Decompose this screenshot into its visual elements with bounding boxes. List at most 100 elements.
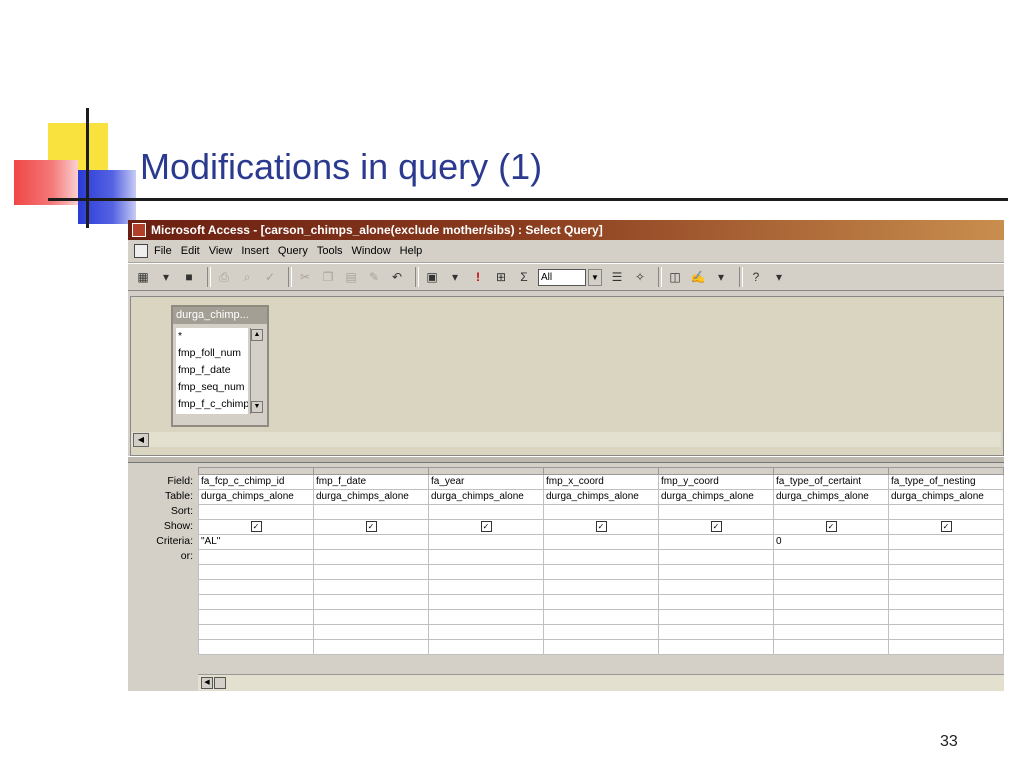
build-icon[interactable]: ✧ — [631, 268, 649, 286]
chevron-down-icon[interactable]: ▼ — [588, 268, 602, 286]
scroll-left-icon[interactable]: ◀ — [133, 433, 149, 447]
or-cell[interactable] — [428, 549, 544, 565]
empty-cell[interactable] — [313, 609, 429, 625]
save-icon[interactable]: ■ — [180, 268, 198, 286]
sort-cell[interactable] — [658, 504, 774, 520]
column-selector[interactable] — [198, 467, 314, 475]
empty-cell[interactable] — [313, 639, 429, 655]
empty-cell[interactable] — [888, 564, 1004, 580]
sort-cell[interactable] — [198, 504, 314, 520]
table-cell[interactable]: durga_chimps_alone — [428, 489, 544, 505]
undo-icon[interactable]: ↶ — [388, 268, 406, 286]
empty-cell[interactable] — [773, 639, 889, 655]
empty-cell[interactable] — [198, 564, 314, 580]
table-field-list[interactable]: durga_chimp... * fmp_foll_num fmp_f_date… — [171, 305, 269, 427]
empty-cell[interactable] — [888, 594, 1004, 610]
empty-cell[interactable] — [658, 624, 774, 640]
or-cell[interactable] — [313, 549, 429, 565]
empty-cell[interactable] — [773, 594, 889, 610]
sort-cell[interactable] — [313, 504, 429, 520]
sort-cell[interactable] — [888, 504, 1004, 520]
properties-icon[interactable]: ☰ — [608, 268, 626, 286]
scroll-thumb[interactable] — [214, 677, 226, 689]
sort-cell[interactable] — [428, 504, 544, 520]
show-checkbox[interactable]: ✓ — [480, 521, 492, 532]
print-preview-icon[interactable]: ⌕ — [238, 268, 256, 286]
table-cell[interactable]: durga_chimps_alone — [773, 489, 889, 505]
empty-cell[interactable] — [428, 594, 544, 610]
or-cell[interactable] — [198, 549, 314, 565]
field-list-item[interactable]: fmp_f_date — [176, 362, 248, 379]
table-field-list-title[interactable]: durga_chimp... — [173, 307, 267, 324]
criteria-cell[interactable] — [543, 534, 659, 550]
empty-cell[interactable] — [198, 579, 314, 595]
show-checkbox[interactable]: ✓ — [365, 521, 377, 532]
totals-icon[interactable]: Σ — [515, 268, 533, 286]
table-pane-scrollbar[interactable]: ◀ — [131, 432, 1001, 447]
table-cell[interactable]: durga_chimps_alone — [543, 489, 659, 505]
column-selector[interactable] — [658, 467, 774, 475]
paste-icon[interactable]: ▤ — [342, 268, 360, 286]
criteria-cell[interactable] — [658, 534, 774, 550]
field-cell[interactable]: fa_type_of_certaint — [773, 474, 889, 490]
empty-cell[interactable] — [198, 594, 314, 610]
help-icon[interactable]: ? — [747, 268, 765, 286]
top-values-combo[interactable]: All — [538, 268, 586, 286]
query-type-dropdown-icon[interactable]: ▾ — [446, 268, 464, 286]
show-checkbox[interactable]: ✓ — [250, 521, 262, 532]
empty-cell[interactable] — [888, 609, 1004, 625]
view-dropdown-icon[interactable]: ▾ — [157, 268, 175, 286]
table-cell[interactable]: durga_chimps_alone — [658, 489, 774, 505]
field-cell[interactable]: fa_year — [428, 474, 544, 490]
pane-splitter[interactable] — [128, 456, 1004, 463]
criteria-cell[interactable]: 0 — [773, 534, 889, 550]
table-cell[interactable]: durga_chimps_alone — [313, 489, 429, 505]
field-list-item[interactable]: * — [176, 328, 248, 345]
view-icon[interactable]: ▦ — [134, 268, 152, 286]
or-cell[interactable] — [773, 549, 889, 565]
empty-cell[interactable] — [658, 564, 774, 580]
empty-cell[interactable] — [313, 564, 429, 580]
empty-cell[interactable] — [198, 609, 314, 625]
sort-cell[interactable] — [543, 504, 659, 520]
cut-icon[interactable]: ✂ — [296, 268, 314, 286]
empty-cell[interactable] — [313, 624, 429, 640]
empty-cell[interactable] — [773, 564, 889, 580]
column-selector[interactable] — [543, 467, 659, 475]
scroll-up-icon[interactable]: ▲ — [251, 329, 263, 341]
grid-scrollbar[interactable]: ◀ — [198, 674, 1004, 691]
empty-cell[interactable] — [543, 579, 659, 595]
empty-cell[interactable] — [658, 579, 774, 595]
format-painter-icon[interactable]: ✎ — [365, 268, 383, 286]
run-icon[interactable]: ! — [469, 268, 487, 286]
empty-cell[interactable] — [428, 579, 544, 595]
column-selector[interactable] — [313, 467, 429, 475]
spelling-icon[interactable]: ✓ — [261, 268, 279, 286]
empty-cell[interactable] — [773, 609, 889, 625]
query-window-icon[interactable] — [134, 244, 148, 258]
show-checkbox[interactable]: ✓ — [940, 521, 952, 532]
field-cell[interactable]: fa_type_of_nesting — [888, 474, 1004, 490]
empty-cell[interactable] — [428, 639, 544, 655]
empty-cell[interactable] — [658, 639, 774, 655]
field-cell[interactable]: fa_fcp_c_chimp_id — [198, 474, 314, 490]
empty-cell[interactable] — [198, 624, 314, 640]
empty-cell[interactable] — [543, 609, 659, 625]
empty-cell[interactable] — [543, 639, 659, 655]
database-window-icon[interactable]: ◫ — [666, 268, 684, 286]
empty-cell[interactable] — [543, 594, 659, 610]
show-table-icon[interactable]: ⊞ — [492, 268, 510, 286]
scroll-down-icon[interactable]: ▼ — [251, 401, 263, 413]
menu-edit[interactable]: Edit — [181, 245, 200, 257]
menu-window[interactable]: Window — [352, 245, 391, 257]
help-dropdown-icon[interactable]: ▾ — [770, 268, 788, 286]
empty-cell[interactable] — [888, 579, 1004, 595]
empty-cell[interactable] — [428, 564, 544, 580]
empty-cell[interactable] — [313, 594, 429, 610]
empty-cell[interactable] — [313, 579, 429, 595]
empty-cell[interactable] — [773, 579, 889, 595]
field-list-item[interactable]: fmp_foll_num — [176, 345, 248, 362]
column-selector[interactable] — [428, 467, 544, 475]
empty-cell[interactable] — [658, 594, 774, 610]
column-selector[interactable] — [888, 467, 1004, 475]
